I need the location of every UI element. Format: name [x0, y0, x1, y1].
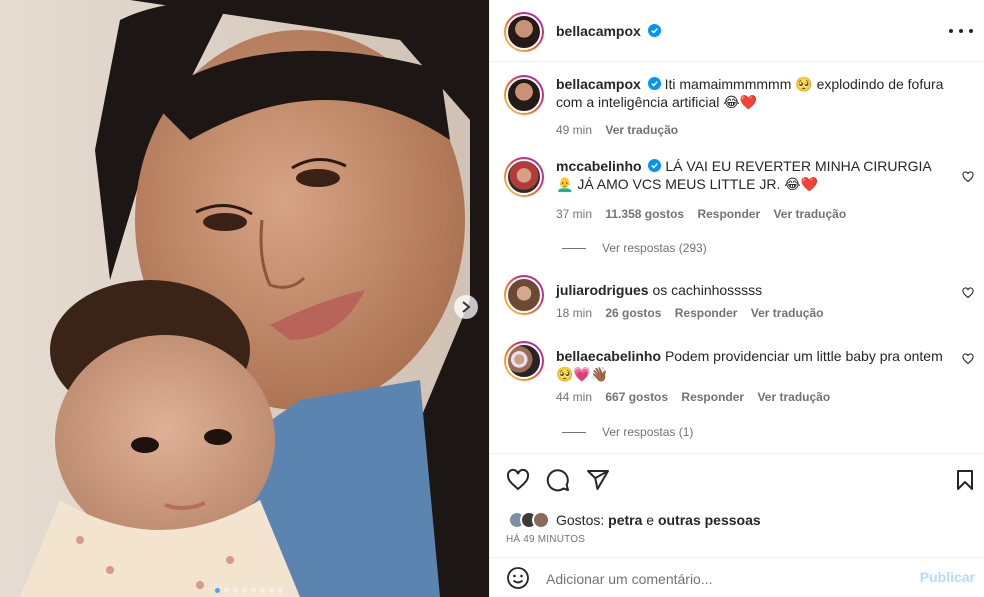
likes-text: Gostos: petra e outras pessoas [556, 512, 761, 528]
likes-summary: Gostos: petra e outras pessoas [508, 511, 761, 529]
comment-avatar[interactable] [504, 341, 544, 381]
reply-button[interactable]: Responder [697, 207, 760, 221]
save-bookmark-icon[interactable] [953, 468, 977, 492]
other-likers-link[interactable]: outras pessoas [658, 512, 761, 528]
post-header: bellacampox [490, 0, 984, 62]
comment-time: 37 min [556, 207, 593, 221]
reply-button[interactable]: Responder [675, 306, 738, 320]
caption-translate-link[interactable]: Ver tradução [605, 123, 678, 137]
comment-time: 44 min [556, 390, 593, 404]
carousel-dot [215, 588, 220, 593]
caption-text-block: bellacampox Iti mamaimmmmmm 🥺 explodindo… [556, 75, 946, 111]
translate-link[interactable]: Ver tradução [773, 207, 846, 221]
comment-meta: 44 min 667 gostos Responder Ver tradução [556, 390, 840, 404]
view-replies-label: Ver respostas (293) [602, 241, 707, 255]
reply-button[interactable]: Responder [681, 390, 744, 404]
likes-prefix: Gostos: [556, 512, 605, 528]
comment-avatar[interactable] [504, 157, 544, 197]
view-replies-button[interactable]: Ver respostas (293) [562, 241, 707, 255]
like-comment-heart-icon[interactable] [962, 171, 974, 183]
carousel-dot [224, 588, 229, 593]
comment-text-block: mccabelinho LÁ VAI EU REVERTER MINHA CIR… [556, 157, 946, 193]
comment-username[interactable]: mccabelinho [556, 158, 642, 174]
more-options-button[interactable] [949, 22, 973, 40]
comment-time: 18 min [556, 306, 593, 320]
caption-username[interactable]: bellacampox [556, 76, 641, 92]
liker-avatar[interactable] [532, 511, 550, 529]
comment-meta: 37 min 11.358 gostos Responder Ver tradu… [556, 207, 856, 221]
verified-badge-icon [648, 24, 662, 37]
view-replies-button[interactable]: Ver respostas (1) [562, 425, 693, 439]
view-replies-label: Ver respostas (1) [602, 425, 694, 439]
translate-link[interactable]: Ver tradução [757, 390, 830, 404]
carousel-dot [233, 588, 238, 593]
emoji-icon[interactable] [506, 566, 530, 590]
post-details-panel: bellacampox bellacampox Iti mamaimmmmmm … [489, 0, 984, 597]
author-name-row: bellacampox [556, 23, 662, 41]
carousel-dot [251, 588, 256, 593]
like-comment-heart-icon[interactable] [962, 353, 974, 365]
more-options-icon [949, 29, 953, 33]
caption-time: 49 min [556, 123, 593, 137]
comment-input[interactable] [546, 569, 906, 589]
comment-likes[interactable]: 26 gostos [605, 306, 661, 320]
caption-meta: 49 min Ver tradução [556, 123, 688, 137]
comment-meta: 18 min 26 gostos Responder Ver tradução [556, 306, 833, 320]
verified-badge-icon [647, 77, 661, 90]
author-username[interactable]: bellacampox [556, 23, 641, 39]
comment-username[interactable]: bellaecabelinho [556, 348, 661, 364]
author-avatar[interactable] [504, 12, 544, 52]
add-comment-bar: Publicar [490, 557, 984, 597]
verified-badge-icon [648, 159, 662, 172]
comment-bubble-icon[interactable] [546, 468, 570, 492]
like-comment-heart-icon[interactable] [962, 287, 974, 299]
post-image[interactable] [0, 0, 489, 597]
comment-text-block: bellaecabelinho Podem providenciar um li… [556, 347, 946, 383]
comment-text-block: juliarodrigues os cachinhosssss [556, 281, 946, 299]
translate-link[interactable]: Ver tradução [751, 306, 824, 320]
next-image-button[interactable] [454, 295, 478, 319]
comments-list: bellacampox Iti mamaimmmmmm 🥺 explodindo… [490, 63, 984, 453]
chevron-right-icon [462, 301, 471, 313]
comment-likes[interactable]: 667 gostos [605, 390, 668, 404]
caption-avatar[interactable] [504, 75, 544, 115]
comment-avatar[interactable] [504, 275, 544, 315]
comment-text: os cachinhosssss [652, 282, 763, 298]
publish-button[interactable]: Publicar [920, 569, 975, 585]
like-heart-icon[interactable] [506, 468, 530, 492]
carousel-dot [242, 588, 247, 593]
carousel-dot [278, 588, 283, 593]
comment-likes[interactable]: 11.358 gostos [605, 207, 684, 221]
photo-illustration [0, 0, 489, 597]
likes-connector: e [646, 512, 655, 528]
post-timestamp[interactable]: HÁ 49 MINUTOS [506, 534, 585, 545]
post-actions: Gostos: petra e outras pessoas HÁ 49 MIN… [490, 453, 984, 557]
carousel-indicator [215, 588, 283, 593]
liker-username[interactable]: petra [608, 512, 642, 528]
carousel-dot [269, 588, 274, 593]
comment-username[interactable]: juliarodrigues [556, 282, 649, 298]
carousel-dot [260, 588, 265, 593]
share-send-icon[interactable] [586, 468, 610, 492]
